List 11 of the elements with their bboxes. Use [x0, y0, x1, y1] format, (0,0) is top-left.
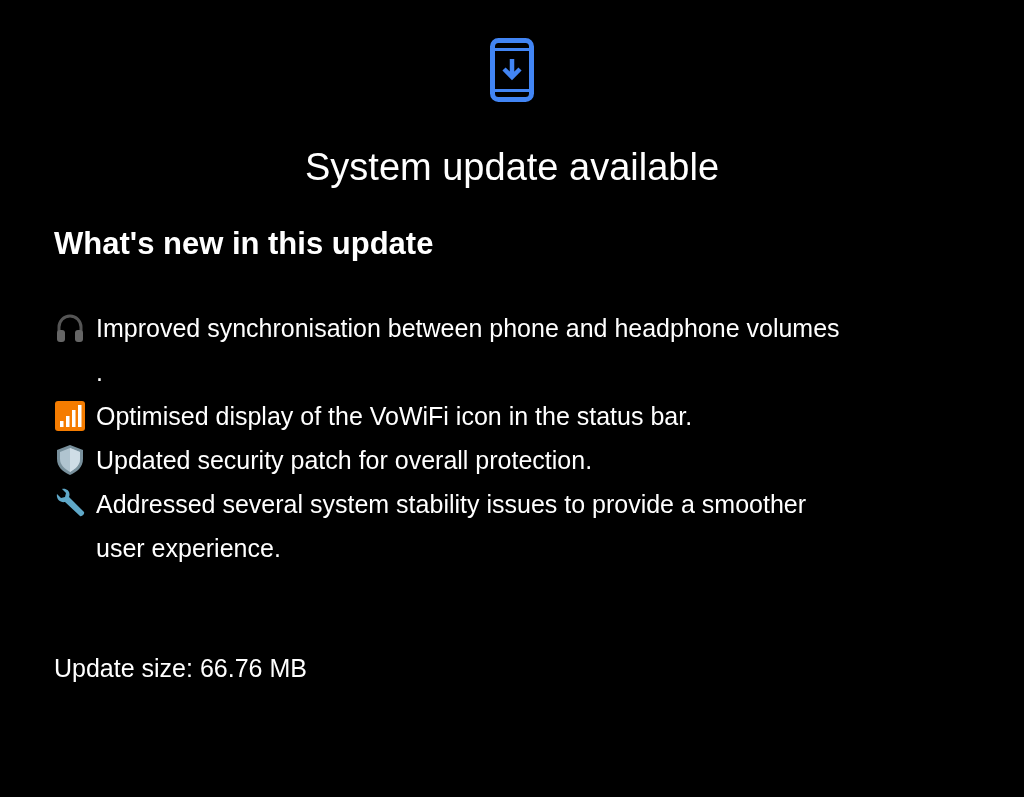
update-note: Improved synchronisation between phone and headphone volumes . [96, 313, 841, 388]
headphones-icon [54, 312, 86, 344]
update-note: Addressed several system stability issues to provide a smoother user experience. [96, 489, 808, 564]
dialog-title: System update available [305, 145, 719, 190]
update-note: Updated security patch for overall protection. [96, 445, 594, 476]
shield-icon [54, 444, 86, 476]
section-heading: What's new in this update [54, 225, 435, 263]
phone-download-icon [490, 38, 534, 102]
update-size: Update size: 66.76 MB [54, 653, 308, 684]
signal-bars-icon [54, 400, 86, 432]
update-note: Optimised display of the VoWiFi icon in the status bar. [96, 401, 694, 432]
